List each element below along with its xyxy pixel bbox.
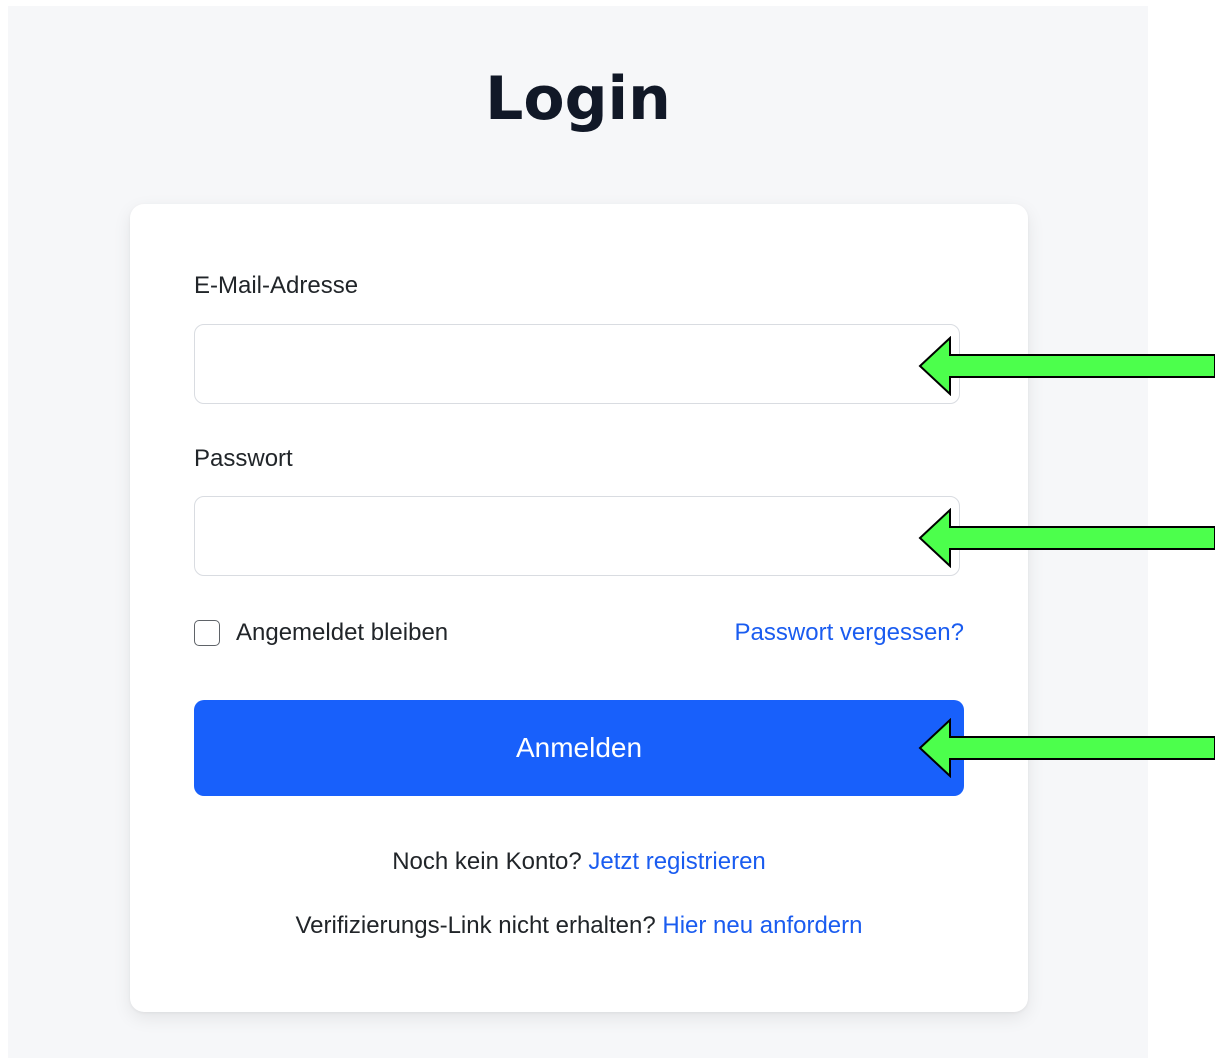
page-title: Login xyxy=(485,64,671,134)
arrow-left-icon xyxy=(918,336,1215,396)
email-field[interactable] xyxy=(194,324,960,404)
resend-verification-link[interactable]: Hier neu anfordern xyxy=(662,912,862,939)
forgot-password-link[interactable]: Passwort vergessen? xyxy=(735,618,964,648)
verify-line: Verifizierungs-Link nicht erhalten? Hier… xyxy=(130,912,1028,940)
arrow-left-icon xyxy=(918,508,1215,568)
remember-me[interactable]: Angemeldet bleiben xyxy=(194,618,448,648)
password-field[interactable] xyxy=(194,496,960,576)
remember-label: Angemeldet bleiben xyxy=(236,619,449,646)
register-line: Noch kein Konto? Jetzt registrieren xyxy=(130,848,1028,876)
login-button[interactable]: Anmelden xyxy=(194,700,964,796)
login-card: E-Mail-Adresse Passwort Angemeldet bleib… xyxy=(130,204,1028,1012)
password-label: Passwort xyxy=(194,445,293,472)
register-link[interactable]: Jetzt registrieren xyxy=(588,848,765,875)
email-label: E-Mail-Adresse xyxy=(194,272,359,299)
arrow-left-icon xyxy=(918,718,1215,778)
register-prefix: Noch kein Konto? xyxy=(392,848,582,875)
remember-checkbox[interactable] xyxy=(194,620,220,646)
verify-prefix: Verifizierungs-Link nicht erhalten? xyxy=(295,912,656,939)
